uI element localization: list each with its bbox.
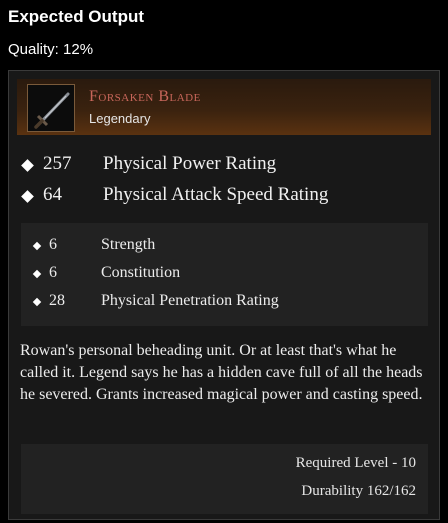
stat-value: 64 [43,184,62,205]
item-description: Rowan's personal beheading unit. Or at l… [20,342,423,403]
sub-stat-name: Constitution [101,264,181,281]
stat-name: Physical Attack Speed Rating [103,184,329,205]
item-rarity: Legendary [89,111,151,126]
diamond-bullet-icon [32,297,42,307]
page-title: Expected Output [8,7,145,26]
stat-row: 64 Physical Attack Speed Rating [21,184,421,215]
stat-value: 257 [43,153,72,174]
item-header: Forsaken Blade Legendary [17,79,431,135]
stat-row: 257 Physical Power Rating [21,153,421,184]
item-requirements: Required Level - 10 Durability 162/162 [21,444,428,514]
sub-stat-value: 28 [49,292,65,309]
sub-stats: 6 Strength 6 Constitution 28 Physical Pe… [21,223,428,326]
quality-label: Quality: 12% [8,41,94,58]
diamond-bullet-icon [32,241,42,251]
sub-stat-row: 28 Physical Penetration Rating [21,291,421,315]
diamond-bullet-icon [32,269,42,279]
durability: Durability 162/162 [301,483,416,499]
sword-icon [34,92,70,129]
sub-stat-row: 6 Strength [21,235,421,259]
sub-stat-name: Strength [101,236,156,253]
sub-stat-name: Physical Penetration Rating [101,292,279,309]
diamond-bullet-icon [21,159,34,172]
item-name: Forsaken Blade [89,88,201,105]
item-icon-frame [27,84,75,132]
sub-stat-row: 6 Constitution [21,263,421,287]
item-tooltip: Forsaken Blade Legendary 257 Physical Po… [8,70,440,520]
main-stats: 257 Physical Power Rating 64 Physical At… [21,153,421,215]
stat-name: Physical Power Rating [103,153,277,174]
required-level: Required Level - 10 [295,455,416,471]
sub-stat-value: 6 [49,264,57,281]
diamond-bullet-icon [21,190,34,203]
sub-stat-value: 6 [49,236,57,253]
